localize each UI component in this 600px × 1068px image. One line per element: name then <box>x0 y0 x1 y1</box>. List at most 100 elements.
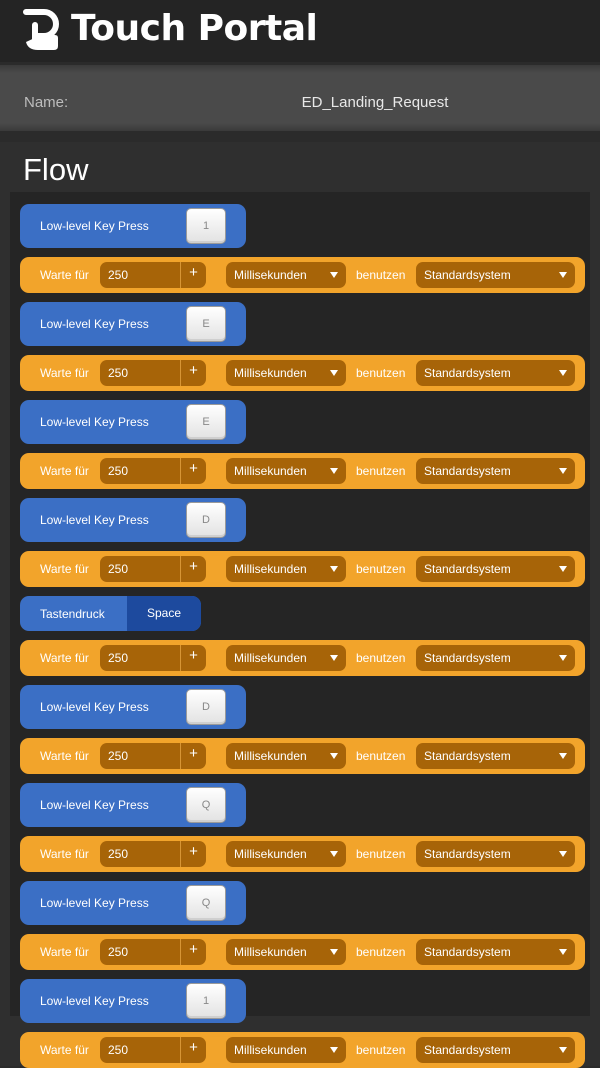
unit-select[interactable]: Millisekunden <box>226 360 346 386</box>
uses-label: benutzen <box>356 562 406 576</box>
plus-button[interactable]: + <box>181 362 206 379</box>
system-select[interactable]: Standardsystem <box>416 556 575 582</box>
plus-button[interactable]: + <box>181 1039 206 1056</box>
name-value[interactable]: ED_Landing_Request <box>0 94 600 111</box>
unit-select-value: Millisekunden <box>234 945 307 959</box>
plus-button[interactable]: + <box>181 558 206 575</box>
low-level-key-press-action[interactable]: Low-level Key Press Q <box>20 783 246 827</box>
wait-duration-value[interactable]: 250 <box>108 847 128 861</box>
low-level-key-press-action[interactable]: Low-level Key Press 1 <box>20 204 246 248</box>
wait-label: Warte für <box>40 268 89 282</box>
wait-duration-value[interactable]: 250 <box>108 562 128 576</box>
uses-label: benutzen <box>356 847 406 861</box>
chevron-down-icon <box>330 566 338 572</box>
wait-duration-input[interactable]: 250 + <box>100 1037 206 1063</box>
unit-select[interactable]: Millisekunden <box>226 262 346 288</box>
chevron-down-icon <box>330 655 338 661</box>
unit-select[interactable]: Millisekunden <box>226 556 346 582</box>
unit-select[interactable]: Millisekunden <box>226 1037 346 1063</box>
chevron-down-icon <box>559 468 567 474</box>
wait-action[interactable]: Warte für 250 + Millisekunden benutzen S… <box>20 836 585 872</box>
app-header: Touch Portal <box>0 0 600 62</box>
wait-duration-value[interactable]: 250 <box>108 651 128 665</box>
wait-label: Warte für <box>40 366 89 380</box>
key-button[interactable]: D <box>186 502 226 538</box>
unit-select-value: Millisekunden <box>234 464 307 478</box>
low-level-key-press-action[interactable]: Low-level Key Press D <box>20 685 246 729</box>
unit-select-value: Millisekunden <box>234 1043 307 1057</box>
unit-select[interactable]: Millisekunden <box>226 645 346 671</box>
wait-duration-input[interactable]: 250 + <box>100 743 206 769</box>
wait-duration-value[interactable]: 250 <box>108 749 128 763</box>
wait-duration-value[interactable]: 250 <box>108 366 128 380</box>
wait-action[interactable]: Warte für 250 + Millisekunden benutzen S… <box>20 551 585 587</box>
wait-duration-input[interactable]: 250 + <box>100 360 206 386</box>
key-tap-action[interactable]: Tastendruck Space <box>20 596 201 631</box>
key-button[interactable]: D <box>186 689 226 725</box>
wait-duration-input[interactable]: 250 + <box>100 262 206 288</box>
wait-duration-input[interactable]: 250 + <box>100 939 206 965</box>
low-level-key-press-action[interactable]: Low-level Key Press D <box>20 498 246 542</box>
plus-button[interactable]: + <box>181 647 206 664</box>
wait-action[interactable]: Warte für 250 + Millisekunden benutzen S… <box>20 640 585 676</box>
chevron-down-icon <box>330 272 338 278</box>
wait-action[interactable]: Warte für 250 + Millisekunden benutzen S… <box>20 934 585 970</box>
wait-duration-value[interactable]: 250 <box>108 1043 128 1057</box>
unit-select[interactable]: Millisekunden <box>226 743 346 769</box>
plus-button[interactable]: + <box>181 745 206 762</box>
low-level-key-press-action[interactable]: Low-level Key Press Q <box>20 881 246 925</box>
wait-duration-input[interactable]: 250 + <box>100 458 206 484</box>
wait-action[interactable]: Warte für 250 + Millisekunden benutzen S… <box>20 453 585 489</box>
unit-select[interactable]: Millisekunden <box>226 841 346 867</box>
plus-button[interactable]: + <box>181 264 206 281</box>
unit-select-value: Millisekunden <box>234 268 307 282</box>
plus-button[interactable]: + <box>181 941 206 958</box>
wait-action[interactable]: Warte für 250 + Millisekunden benutzen S… <box>20 1032 585 1068</box>
wait-duration-input[interactable]: 250 + <box>100 645 206 671</box>
system-select[interactable]: Standardsystem <box>416 743 575 769</box>
wait-label: Warte für <box>40 847 89 861</box>
uses-label: benutzen <box>356 651 406 665</box>
wait-duration-value[interactable]: 250 <box>108 268 128 282</box>
system-select[interactable]: Standardsystem <box>416 939 575 965</box>
action-label: Tastendruck <box>40 607 105 621</box>
unit-select[interactable]: Millisekunden <box>226 939 346 965</box>
key-button[interactable]: 1 <box>186 983 226 1019</box>
wait-duration-input[interactable]: 250 + <box>100 556 206 582</box>
system-select[interactable]: Standardsystem <box>416 360 575 386</box>
name-bar: Name: ED_Landing_Request <box>0 65 600 131</box>
system-select[interactable]: Standardsystem <box>416 841 575 867</box>
app-title: Touch Portal <box>71 8 318 49</box>
key-button[interactable]: 1 <box>186 208 226 244</box>
system-select[interactable]: Standardsystem <box>416 458 575 484</box>
wait-action[interactable]: Warte für 250 + Millisekunden benutzen S… <box>20 738 585 774</box>
chevron-down-icon <box>330 753 338 759</box>
system-select[interactable]: Standardsystem <box>416 1037 575 1063</box>
key-button[interactable]: E <box>186 306 226 342</box>
key-button[interactable]: E <box>186 404 226 440</box>
key-button[interactable]: Q <box>186 885 226 921</box>
chevron-down-icon <box>559 949 567 955</box>
action-label: Low-level Key Press <box>40 700 149 714</box>
low-level-key-press-action[interactable]: Low-level Key Press 1 <box>20 979 246 1023</box>
wait-action[interactable]: Warte für 250 + Millisekunden benutzen S… <box>20 355 585 391</box>
key-button[interactable]: Q <box>186 787 226 823</box>
plus-button[interactable]: + <box>181 843 206 860</box>
system-select[interactable]: Standardsystem <box>416 262 575 288</box>
system-select[interactable]: Standardsystem <box>416 645 575 671</box>
wait-duration-value[interactable]: 250 <box>108 945 128 959</box>
wait-duration-value[interactable]: 250 <box>108 464 128 478</box>
chevron-down-icon <box>559 1047 567 1053</box>
system-select-value: Standardsystem <box>424 847 511 861</box>
plus-button[interactable]: + <box>181 460 206 477</box>
wait-label: Warte für <box>40 562 89 576</box>
key-button[interactable]: Space <box>127 596 201 631</box>
system-select-value: Standardsystem <box>424 464 511 478</box>
low-level-key-press-action[interactable]: Low-level Key Press E <box>20 302 246 346</box>
unit-select[interactable]: Millisekunden <box>226 458 346 484</box>
low-level-key-press-action[interactable]: Low-level Key Press E <box>20 400 246 444</box>
wait-duration-input[interactable]: 250 + <box>100 841 206 867</box>
flow-title: Flow <box>23 152 89 187</box>
wait-action[interactable]: Warte für 250 + Millisekunden benutzen S… <box>20 257 585 293</box>
system-select-value: Standardsystem <box>424 651 511 665</box>
